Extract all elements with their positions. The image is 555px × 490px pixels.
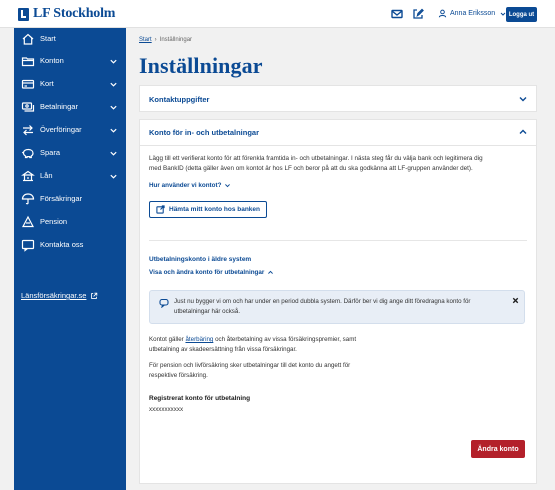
chevron-down-icon (110, 151, 117, 156)
intro-text: Lägg till ett verifierat konto för att f… (149, 154, 529, 174)
external-site-link[interactable]: Länsförsäkringar.se (21, 291, 98, 300)
divider (140, 145, 536, 146)
toggle-label: Visa och ändra konto för utbetalningar (149, 269, 265, 276)
edit-icon[interactable] (411, 7, 425, 21)
logout-button[interactable]: Logga ut (506, 7, 537, 22)
registered-account-value: xxxxxxxxxxx (149, 406, 184, 413)
aterbaring-link[interactable]: återbäring (185, 336, 213, 343)
sidebar-item-kort[interactable]: Kort (14, 73, 126, 95)
sidebar-item-label: Kort (40, 79, 54, 88)
accordion-title: Konto för in- och utbetalningar (149, 128, 259, 137)
umbrella-icon (21, 193, 35, 205)
breadcrumb-separator: › (154, 37, 157, 43)
user-name: Anna Eriksson (450, 10, 496, 17)
breadcrumb: Start › Inställningar (139, 37, 192, 43)
text-line: respektive försäkring. (149, 372, 208, 379)
chevron-down-icon (110, 59, 117, 64)
chat-bubble-icon (159, 298, 169, 308)
sidebar-item-overforingar[interactable]: Överföringar (14, 119, 126, 141)
breadcrumb-current: Inställningar (159, 37, 193, 43)
how-we-use-account-toggle[interactable]: Hur använder vi kontot? (149, 182, 231, 189)
logo[interactable]: LF Stockholm (18, 6, 115, 22)
sidebar-item-label: Överföringar (40, 125, 82, 134)
info-line: Just nu bygger vi om och har under en pe… (174, 298, 471, 305)
chevron-down-icon (225, 184, 231, 188)
legacy-account-toggle[interactable]: Visa och ändra konto för utbetalningar (149, 269, 274, 276)
sidebar-item-label: Konton (40, 56, 64, 65)
registered-account-label: Registrerat konto för utbetalning (149, 395, 251, 402)
account-usage-text: Kontot gäller återbäring och återbetalni… (149, 335, 519, 355)
text-line: utbetalning av skadeersättning från viss… (149, 346, 297, 353)
chevron-up-icon (519, 129, 527, 134)
intro-line: med BankID (detta gäller även om kontot … (149, 165, 473, 172)
sidebar-item-forsakringar[interactable]: Försäkringar (14, 188, 126, 210)
external-link-icon (91, 292, 98, 299)
pension-icon (22, 215, 34, 228)
text-line: För pension och livförsäkring sker utbet… (149, 362, 351, 369)
contact-details-accordion[interactable]: Kontaktuppgifter (139, 85, 537, 112)
pension-payout-text: För pension och livförsäkring sker utbet… (149, 361, 519, 381)
sidebar: Start Konton Kort Betalningar Överföring… (14, 28, 126, 490)
sidebar-item-label: Pension (40, 217, 68, 226)
top-header: LF Stockholm Anna Eriksson Logga ut (0, 0, 555, 28)
chevron-down-icon (110, 128, 117, 133)
sidebar-item-label: Spara (40, 148, 61, 157)
card-icon (21, 79, 35, 89)
sidebar-item-label: Kontakta oss (40, 240, 84, 249)
chevron-down-icon (110, 105, 117, 110)
accordion-header[interactable]: Konto för in- och utbetalningar (140, 120, 536, 145)
transfer-icon (23, 125, 33, 136)
sidebar-item-label: Start (40, 34, 56, 43)
chevron-down-icon (110, 174, 117, 179)
sidebar-item-start[interactable]: Start (14, 28, 126, 50)
logo-text: LF Stockholm (33, 6, 116, 21)
divider (149, 240, 527, 241)
external-link-icon (156, 205, 165, 214)
sidebar-item-pension[interactable]: Pension (14, 211, 126, 233)
accordion-title: Kontaktuppgifter (149, 95, 210, 104)
chevron-down-icon (519, 97, 527, 102)
text-segment: och återbetalning av vissa försäkringspr… (213, 336, 357, 343)
info-notice: Just nu bygger vi om och har under en pe… (149, 290, 525, 324)
breadcrumb-start-link[interactable]: Start (139, 37, 152, 43)
sidebar-item-label: Försäkringar (40, 194, 83, 203)
change-account-button[interactable]: Ändra konto (471, 440, 525, 458)
sidebar-item-label: Betalningar (40, 102, 78, 111)
payments-icon (21, 102, 35, 112)
chat-icon (21, 239, 35, 252)
page-title: Inställningar (139, 53, 263, 78)
external-site-label: Länsförsäkringar.se (21, 291, 87, 300)
user-icon (438, 9, 447, 18)
lf-logo-icon (18, 7, 29, 21)
info-text: Just nu bygger vi om och har under en pe… (174, 297, 504, 317)
legacy-account-heading: Utbetalningskonto i äldre system (149, 256, 252, 263)
close-icon[interactable] (511, 296, 520, 305)
loan-icon (21, 170, 35, 182)
chevron-down-icon (110, 82, 117, 87)
folder-icon (21, 57, 35, 67)
sidebar-item-betalningar[interactable]: Betalningar (14, 96, 126, 118)
payout-account-accordion: Konto för in- och utbetalningar Lägg til… (139, 119, 537, 484)
sidebar-item-label: Lån (40, 171, 53, 180)
sidebar-item-spara[interactable]: Spara (14, 142, 126, 164)
sidebar-item-konton[interactable]: Konton (14, 50, 126, 72)
mail-icon[interactable] (390, 7, 404, 21)
piggybank-icon (21, 148, 34, 159)
sidebar-item-lan[interactable]: Lån (14, 165, 126, 187)
sidebar-item-kontakta-oss[interactable]: Kontakta oss (14, 234, 126, 256)
fetch-account-button[interactable]: Hämta mitt konto hos banken (149, 201, 267, 218)
button-label: Hämta mitt konto hos banken (169, 206, 261, 213)
info-line: utbetalningar här också. (174, 308, 241, 315)
intro-line: Lägg till ett verifierat konto för att f… (149, 155, 483, 162)
home-icon (22, 33, 34, 45)
chevron-up-icon (268, 270, 274, 274)
text-segment: Kontot gäller (149, 336, 186, 343)
toggle-label: Hur använder vi kontot? (149, 182, 222, 189)
user-menu[interactable]: Anna Eriksson (438, 6, 507, 21)
